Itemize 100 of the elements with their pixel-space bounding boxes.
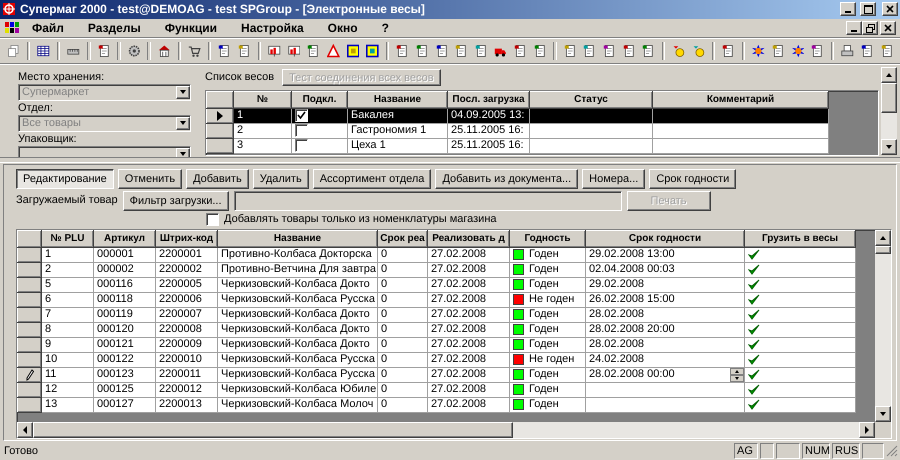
- validity-text: Годен: [529, 383, 559, 396]
- table-cell: 27.02.2008: [428, 292, 510, 308]
- load-filter-button[interactable]: Фильтр загрузки...: [122, 190, 229, 211]
- table-row[interactable]: 3 Цеха 1 25.11.2005 16:: [206, 138, 828, 154]
- menu-item[interactable]: Разделы: [76, 21, 153, 36]
- column-header[interactable]: Название: [218, 230, 378, 248]
- table-cell: 0: [378, 367, 428, 382]
- menu-item[interactable]: Настройка: [229, 21, 316, 36]
- table-cell: Гастрономия 1: [348, 123, 448, 138]
- menu-item[interactable]: Окно: [316, 21, 370, 36]
- table-cell: Черкизовский-Колбаса Докто: [218, 277, 378, 292]
- table-cell: 000127: [94, 397, 156, 412]
- table-cell: Черкизовский-Колбаса Русска: [218, 292, 378, 308]
- action-button[interactable]: Добавить: [186, 168, 249, 189]
- table-cell: 000119: [94, 307, 156, 322]
- table-cell: 000125: [94, 382, 156, 398]
- column-header[interactable]: Срок реа: [378, 230, 428, 248]
- table-cell: 04.09.2005 13:: [448, 108, 530, 124]
- action-button[interactable]: Удалить: [252, 168, 309, 189]
- table-cell: 11: [42, 367, 94, 382]
- table-cell: 27.02.2008: [428, 277, 510, 292]
- validity-text: Годен: [529, 308, 559, 322]
- table-cell: 2: [42, 262, 94, 278]
- table-cell: 28.02.2008 20:00: [589, 323, 675, 336]
- table-cell: 2200011: [156, 367, 218, 382]
- table-cell: Противно-Ветчина Для завтра: [218, 262, 378, 278]
- table-cell: 27.02.2008: [428, 397, 510, 412]
- checkbox-label: Добавлять товары только из номенклатуры магазина: [224, 213, 497, 226]
- table-cell: 2200008: [156, 322, 218, 338]
- action-button[interactable]: Срок годности: [649, 168, 736, 189]
- validity-text: Годен: [529, 323, 559, 336]
- table-cell: 000120: [94, 322, 156, 338]
- table-cell: 2: [234, 123, 292, 138]
- table-cell: 26.02.2008 15:00: [589, 293, 675, 306]
- column-header[interactable]: Посл. загрузка: [448, 91, 530, 108]
- menu-item[interactable]: Функции: [152, 21, 230, 36]
- status-indicator: NUM: [802, 443, 830, 460]
- table-cell: 2200006: [156, 292, 218, 308]
- table-cell: 1: [234, 108, 292, 124]
- column-header[interactable]: Статус: [530, 91, 652, 108]
- column-header[interactable]: Название: [348, 91, 448, 108]
- action-button[interactable]: Ассортимент отдела: [312, 168, 432, 189]
- status-indicator: RUS: [832, 443, 860, 460]
- column-header[interactable]: Артикул: [94, 230, 156, 248]
- table-cell: 25.11.2005 16:: [448, 138, 530, 154]
- table-cell: Черкизовский-Колбаса Докто: [218, 322, 378, 338]
- table-cell: 000001: [94, 247, 156, 262]
- column-header[interactable]: №: [234, 91, 292, 108]
- validity-text: Годен: [529, 263, 559, 276]
- column-header[interactable]: Грузить в весы: [744, 230, 856, 248]
- column-header[interactable]: № PLU: [42, 230, 94, 248]
- table-cell: 24.02.2008: [589, 353, 644, 366]
- table-cell: Черкизовский-Колбаса Докто: [218, 337, 378, 352]
- table-cell: 29.02.2008 13:00: [589, 248, 675, 260]
- action-button[interactable]: Редактирование: [16, 168, 114, 189]
- validity-text: Годен: [529, 338, 559, 352]
- validity-text: Годен: [529, 248, 559, 262]
- action-button[interactable]: Отменить: [118, 168, 182, 189]
- table-cell: 2200013: [156, 397, 218, 412]
- table-cell: 0: [378, 322, 428, 338]
- status-message: Готово: [4, 445, 39, 458]
- table-cell: 2200009: [156, 337, 218, 352]
- column-header[interactable]: Комментарий: [652, 91, 828, 108]
- validity-text: Годен: [529, 278, 559, 292]
- menu-item[interactable]: Файл: [20, 21, 76, 36]
- table-cell: 13: [42, 397, 94, 412]
- table-cell: 2200012: [156, 382, 218, 398]
- column-header[interactable]: Годность: [510, 230, 586, 248]
- table-cell: 8: [42, 322, 94, 338]
- table-cell: Противно-Колбаса Докторска: [218, 247, 378, 262]
- column-header[interactable]: Срок годности: [586, 230, 744, 248]
- table-cell: 7: [42, 307, 94, 322]
- table-cell: 2200007: [156, 307, 218, 322]
- action-button[interactable]: Добавить из документа...: [435, 168, 578, 189]
- table-cell: 27.02.2008: [428, 322, 510, 338]
- table-cell: 28.02.2008: [589, 308, 644, 320]
- table-cell: 000002: [94, 262, 156, 278]
- table-cell: 2200010: [156, 352, 218, 368]
- section-label: Список весов: [205, 71, 274, 84]
- table-cell: 27.02.2008: [428, 247, 510, 262]
- table-cell: 27.02.2008: [428, 382, 510, 398]
- table-cell: 02.04.2008 00:03: [589, 263, 675, 276]
- table-cell: Черкизовский-Колбаса Молоч: [218, 397, 378, 412]
- table-cell: 29.02.2008: [589, 278, 644, 290]
- table-cell: 000118: [94, 292, 156, 308]
- column-header[interactable]: Подкл.: [292, 91, 348, 108]
- table-row[interactable]: 2 Гастрономия 1 25.11.2005 16:: [206, 123, 828, 138]
- table-cell: 0: [378, 307, 428, 322]
- table-cell: 0: [378, 382, 428, 398]
- table-cell: 10: [42, 352, 94, 368]
- column-header[interactable]: Штрих-код: [156, 230, 218, 248]
- menu-item[interactable]: ?: [370, 21, 401, 36]
- column-header[interactable]: Реализовать д: [428, 230, 510, 248]
- table-cell: 6: [42, 292, 94, 308]
- window-title: Супермаг 2000 - test@DEMOAG - test SPGroup - [Электронные весы]: [20, 2, 426, 16]
- table-cell: Бакалея: [348, 108, 448, 124]
- table-row[interactable]: 1 Бакалея 04.09.2005 13:: [206, 108, 828, 124]
- action-button[interactable]: Номера...: [582, 168, 646, 189]
- table-cell: 000123: [94, 367, 156, 382]
- table-cell: Цеха 1: [348, 138, 448, 154]
